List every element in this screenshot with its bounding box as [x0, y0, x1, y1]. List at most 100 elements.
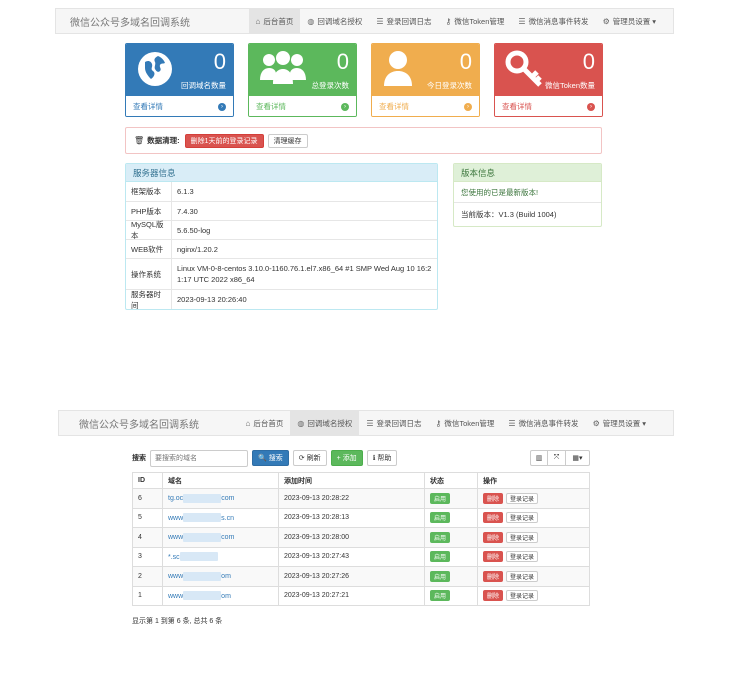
- nav-domain-auth[interactable]: ◍ 回调域名授权: [300, 9, 369, 33]
- domain-table: ID 域名 添加时间 状态 操作 6 tg.oc com 2023-09-13 20:…: [132, 472, 590, 606]
- delete-old-logs-button[interactable]: 删除1天前的登录记录: [184, 133, 264, 148]
- delete-button[interactable]: 删除: [483, 492, 504, 504]
- row-domain[interactable]: www s.cn: [162, 507, 279, 528]
- plus-icon: +: [336, 454, 341, 462]
- stat-label: 今日登录次数: [427, 81, 472, 90]
- search-input[interactable]: [150, 449, 248, 467]
- row-actions: 删除 登录记录: [477, 566, 590, 587]
- status-badge[interactable]: 启用: [430, 570, 451, 582]
- redacted-mask: [179, 552, 218, 562]
- stat-details-link[interactable]: 查看详情 ›: [372, 96, 479, 116]
- row-status: 启用: [424, 585, 478, 606]
- stat-domains: 0 回调域名数量 查看详情 ›: [125, 43, 234, 117]
- status-badge[interactable]: 启用: [430, 531, 451, 543]
- delete-button[interactable]: 删除: [483, 570, 504, 582]
- login-log-button[interactable]: 登录记录: [506, 590, 539, 602]
- col-actions[interactable]: 操作: [477, 472, 590, 489]
- app-title: 微信公众号多域名回调系统: [79, 419, 199, 431]
- search-button[interactable]: 🔍 搜索: [252, 450, 289, 466]
- domain-link[interactable]: www s.cn: [168, 513, 234, 523]
- grid-options-button[interactable]: ▦ ▾: [566, 450, 590, 466]
- login-log-button[interactable]: 登录记录: [506, 551, 539, 563]
- columns-icon: ▥: [535, 455, 543, 462]
- nav-home[interactable]: ⌂ 后台首页: [248, 9, 301, 33]
- home-icon: ⌂: [245, 418, 251, 428]
- stat-details-link[interactable]: 查看详情 ›: [495, 96, 602, 116]
- nav-admin[interactable]: ⚙ 管理员设置 ▾: [586, 411, 653, 435]
- list-icon: ☰: [508, 418, 516, 428]
- globe-icon: ◍: [297, 418, 305, 428]
- server-info-panel: 服务器信息 框架版本 6.1.3 PHP版本 7.4.30 MySQL版本 5.6.5…: [125, 163, 438, 310]
- nav-domain-auth[interactable]: ◍ 回调域名授权: [290, 411, 360, 435]
- nav-msg-forward[interactable]: ☰ 微信消息事件转发: [501, 411, 585, 435]
- list-icon: ☰: [366, 418, 374, 428]
- status-badge[interactable]: 启用: [430, 492, 451, 504]
- status-badge[interactable]: 启用: [430, 551, 451, 563]
- help-button[interactable]: ℹ 帮助: [366, 450, 398, 466]
- delete-button[interactable]: 删除: [483, 590, 504, 602]
- stat-value: 0: [213, 49, 226, 74]
- stat-value: 0: [336, 49, 349, 74]
- domain-link[interactable]: www om: [168, 591, 231, 601]
- domain-link[interactable]: *.sc: [168, 552, 218, 562]
- caret-down-icon: ▾: [642, 418, 646, 428]
- login-log-button[interactable]: 登录记录: [506, 512, 539, 524]
- refresh-icon: ⟳: [298, 455, 305, 462]
- nav-login-log[interactable]: ☰ 登录回调日志: [369, 9, 438, 33]
- row-id: 6: [132, 488, 163, 509]
- login-log-button[interactable]: 登录记录: [506, 492, 539, 504]
- caret-down-icon: ▾: [579, 455, 583, 462]
- redacted-mask: [183, 493, 222, 503]
- fullscreen-button[interactable]: ⤧: [548, 450, 566, 466]
- domain-link[interactable]: www om: [168, 571, 231, 581]
- redacted-mask: [183, 571, 222, 581]
- refresh-button[interactable]: ⟳ 刷新: [292, 450, 327, 466]
- clear-cache-button[interactable]: 清理缓存: [267, 133, 308, 148]
- table-row: 1 www om 2023-09-13 20:27:21 启用 删除 登录记录: [132, 585, 590, 606]
- nav-token[interactable]: ⚷ 微信Token管理: [439, 9, 512, 33]
- domain-link[interactable]: tg.oc com: [168, 493, 234, 503]
- key-icon: ⚷: [445, 16, 452, 26]
- row-domain[interactable]: www om: [162, 566, 279, 587]
- add-button[interactable]: + 添加: [330, 450, 363, 466]
- nav-home[interactable]: ⌂ 后台首页: [239, 411, 291, 435]
- delete-button[interactable]: 删除: [483, 531, 504, 543]
- row-added-time: 2023-09-13 20:28:22: [278, 488, 425, 509]
- col-domain[interactable]: 域名: [162, 472, 279, 489]
- col-status[interactable]: 状态: [424, 472, 478, 489]
- status-badge[interactable]: 启用: [430, 590, 451, 602]
- domain-link[interactable]: www com: [168, 532, 234, 542]
- stat-details-link[interactable]: 查看详情 ›: [126, 96, 233, 116]
- row-domain[interactable]: www com: [162, 527, 279, 548]
- row-status: 启用: [424, 546, 478, 567]
- version-info-title: 版本信息: [454, 164, 601, 182]
- delete-button[interactable]: 删除: [483, 551, 504, 563]
- globe-icon: [138, 52, 172, 86]
- nav-msg-forward[interactable]: ☰ 微信消息事件转发: [511, 9, 595, 33]
- nav-token[interactable]: ⚷ 微信Token管理: [429, 411, 502, 435]
- status-badge[interactable]: 启用: [430, 512, 451, 524]
- server-info-table: 框架版本 6.1.3 PHP版本 7.4.30 MySQL版本 5.6.50-log …: [126, 182, 437, 309]
- row-domain[interactable]: tg.oc com: [162, 488, 279, 509]
- stat-details-link[interactable]: 查看详情 ›: [249, 96, 356, 116]
- login-log-button[interactable]: 登录记录: [506, 570, 539, 582]
- arrow-right-icon: ›: [218, 102, 226, 111]
- key-icon: ⚷: [435, 418, 442, 428]
- row-domain[interactable]: www om: [162, 585, 279, 606]
- redacted-mask: [183, 591, 222, 601]
- caret-down-icon: ▾: [652, 16, 656, 26]
- col-id[interactable]: ID: [132, 472, 163, 489]
- col-added-time[interactable]: 添加时间: [278, 472, 425, 489]
- row-id: 4: [132, 527, 163, 548]
- stat-label: 总登录次数: [311, 81, 350, 90]
- nav-admin[interactable]: ⚙ 管理员设置 ▾: [596, 9, 663, 33]
- list-icon: ☰: [518, 16, 526, 26]
- login-log-button[interactable]: 登录记录: [506, 531, 539, 543]
- row-domain[interactable]: *.sc: [162, 546, 279, 567]
- delete-button[interactable]: 删除: [483, 512, 504, 524]
- row-added-time: 2023-09-13 20:27:21: [278, 585, 425, 606]
- table-row: 3 *.sc 2023-09-13 20:27:43 启用 删除 登录记录: [132, 546, 590, 567]
- cleanup-bar: 🗑 数据清理: 删除1天前的登录记录 清理缓存: [125, 127, 602, 154]
- columns-toggle-button[interactable]: ▥: [530, 450, 548, 466]
- nav-login-log[interactable]: ☰ 登录回调日志: [359, 411, 428, 435]
